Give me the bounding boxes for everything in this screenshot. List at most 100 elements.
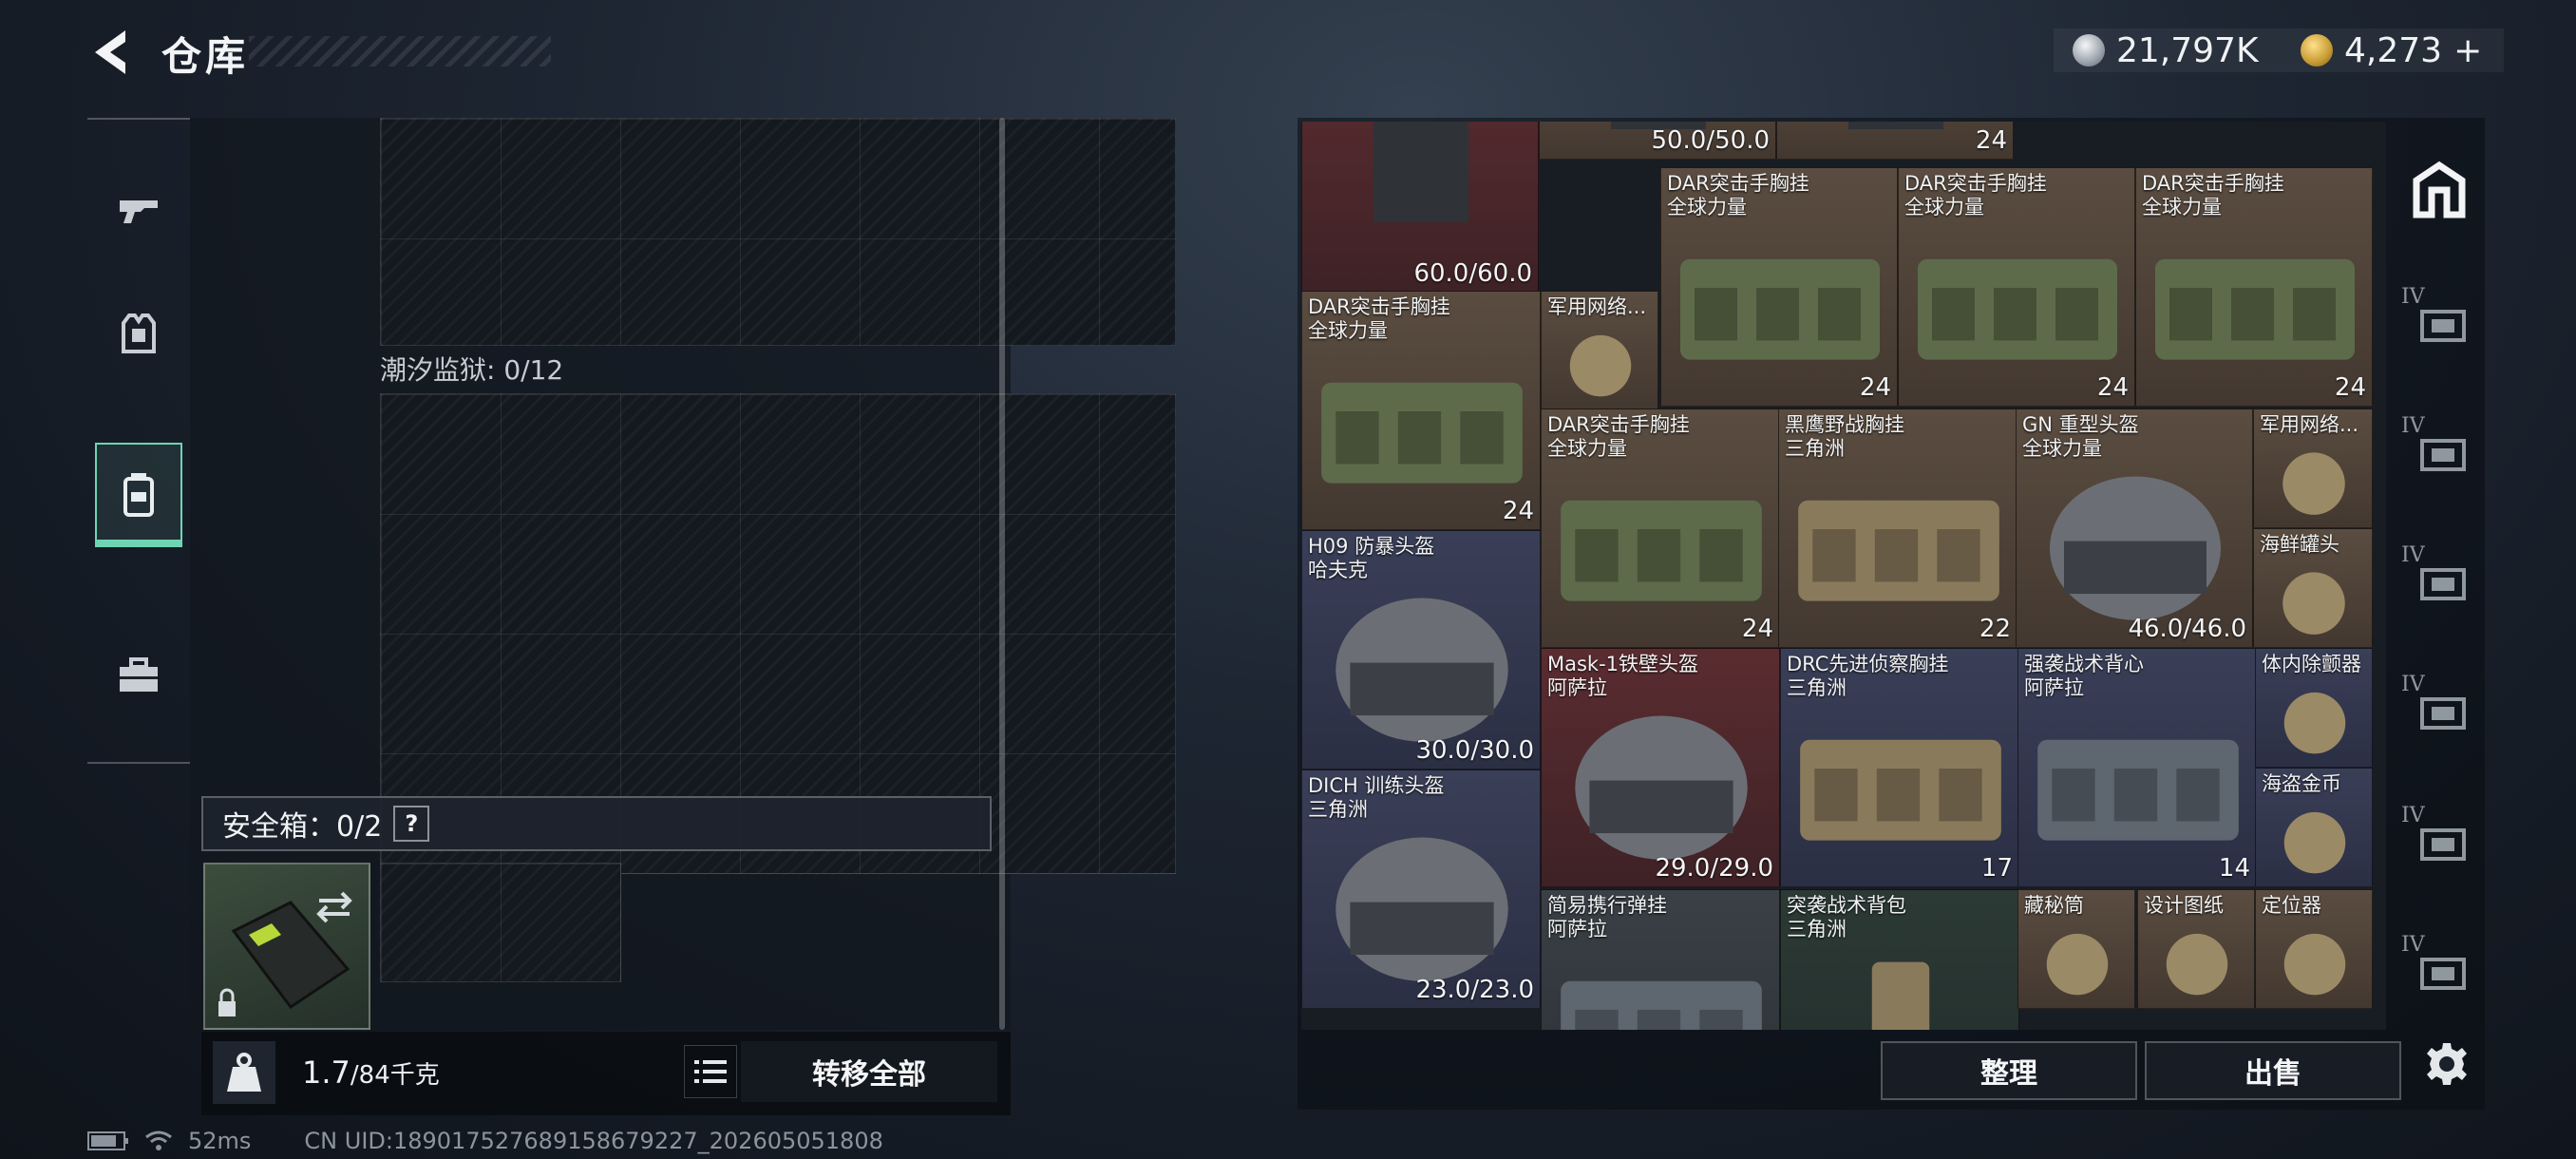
silver-currency: 21,797K [2073,28,2259,72]
list-icon [694,1060,727,1083]
item-name: 黑鹰野战胸挂 三角洲 [1785,413,1904,460]
stash-item[interactable]: DAR突击手胸挂 全球力量 24 [2135,167,2373,407]
backpack-footer: 1.7/84千克 转移全部 [201,1032,1011,1115]
tab-tier-label: IV [2401,804,2425,827]
item-name: DRC先进侦察胸挂 三角洲 [1787,653,1949,699]
page-title: 仓库 [161,33,250,80]
item-value: 22 [1979,615,2011,643]
sort-button[interactable]: 整理 [1881,1041,2137,1100]
item-value: 24 [1502,497,1534,525]
stash-item[interactable]: DICH 训练头盔 三角洲 23.0/23.0 [1301,770,1541,1009]
stash-item[interactable]: 简易携行弹挂 阿萨拉 [1541,889,1780,1030]
stash-item[interactable]: GN 重型头盔 全球力量 46.0/46.0 [2016,408,2253,648]
item-value: 30.0/30.0 [1415,736,1534,765]
item-value: 46.0/46.0 [2128,615,2246,643]
weight-max: /84千克 [350,1061,440,1090]
silver-coin-icon [2073,34,2105,66]
safe-box-grid[interactable] [380,863,621,982]
item-faction: 阿萨拉 [1547,918,1607,940]
item-faction: 全球力量 [1904,196,1984,218]
stash-grid[interactable]: 60.0/60.0 50.0/50.0 24 DAR突击手胸挂 全球力量 24 DAR突击手… [1301,122,2386,1030]
nav-equipment[interactable] [95,281,182,386]
toolbox-icon [120,657,158,692]
item-name: 体内除颤器 [2262,653,2361,675]
tab-tier-label: IV [2401,543,2425,567]
safe-box-item[interactable] [203,863,370,1030]
stash-tab[interactable] [2401,152,2477,228]
stash-item[interactable]: 强袭战术背心 阿萨拉 14 [2017,648,2257,887]
uid-readout: CN UID:1890175276891586792​27_2026050518… [304,1128,883,1154]
item-faction: 哈夫克 [1308,559,1368,581]
sell-button[interactable]: 出售 [2145,1041,2401,1100]
tab-tier-label: IV [2401,673,2425,696]
list-view-button[interactable] [684,1045,737,1098]
item-faction: 阿萨拉 [2024,676,2084,699]
stash-item[interactable]: 海鲜罐头 [2253,528,2373,648]
battery-icon [87,1131,128,1150]
item-name: GN 重型头盔 全球力量 [2022,413,2139,460]
backpack-grid-top[interactable] [380,118,1176,346]
item-name: 设计图纸 [2144,894,2224,917]
stash-item[interactable]: 黑鹰野战胸挂 三角洲 22 [1778,408,2017,648]
help-button[interactable]: ? [393,806,430,842]
stash-item[interactable]: 体内除颤器 [2255,648,2373,768]
stash-tab[interactable]: IV [2401,283,2477,359]
stash-item[interactable]: 藏秘筒 [2017,889,2135,1009]
gold-currency[interactable]: 4,273 + [2301,28,2482,72]
item-faction: 三角洲 [1785,437,1845,460]
item-name: DAR突击手胸挂 全球力量 [1667,172,1809,218]
item-name: 藏秘筒 [2024,894,2084,917]
ping-readout: 52ms [188,1128,252,1154]
stash-item[interactable]: DRC先进侦察胸挂 三角洲 17 [1780,648,2019,887]
item-name: H09 防暴头盔 哈夫克 [1308,535,1435,581]
stash-tab[interactable]: IV [2401,671,2477,747]
settings-button[interactable] [2416,1034,2477,1094]
stash-item[interactable]: Mask-1铁壁头盔 阿萨拉 29.0/29.0 [1541,648,1780,887]
stash-item[interactable]: 24 [1776,122,2014,160]
stash-item[interactable]: 军用网络... [1541,291,1658,410]
side-nav [87,118,190,764]
stash-item[interactable]: DAR突击手胸挂 全球力量 24 [1660,167,1898,407]
stash-item[interactable]: 突袭战术背包 三角洲 [1780,889,2019,1030]
item-faction: 阿萨拉 [1547,676,1607,699]
item-value: 14 [2218,854,2250,883]
gold-coin-icon [2301,34,2333,66]
stash-item[interactable]: 军用网络... [2253,408,2373,528]
stash-item[interactable]: 设计图纸 [2137,889,2255,1009]
back-button[interactable] [87,25,141,80]
stash-tab[interactable]: IV [2401,412,2477,488]
stash-tab[interactable]: IV [2401,802,2477,878]
gold-amount: 4,273 [2344,30,2443,70]
item-faction: 三角洲 [1787,676,1847,699]
nav-weapons[interactable] [95,158,182,262]
left-scrollbar[interactable] [999,118,1005,1030]
stash-item[interactable]: 海盗金币 [2255,768,2373,887]
item-value: 50.0/50.0 [1651,126,1770,155]
back-arrow-icon [95,30,125,74]
item-name: 海盗金币 [2262,772,2341,795]
status-bar: 52ms CN UID:1890175276891586792​27_20260… [87,1127,883,1155]
tab-tier-label: IV [2401,414,2425,438]
backpack-icon [123,473,154,517]
safe-box-header: 安全箱：0/2 ? [201,796,992,851]
safe-case-icon [218,891,352,1016]
stash-item[interactable]: H09 防暴头盔 哈夫克 30.0/30.0 [1301,530,1541,770]
add-currency-button[interactable]: + [2453,31,2482,70]
stash-tab[interactable]: IV [2401,931,2477,1007]
stash-tab[interactable]: IV [2401,542,2477,618]
stash-item[interactable]: DAR突击手胸挂 全球力量 24 [1898,167,2135,407]
stash-item[interactable]: 60.0/60.0 [1301,122,1539,293]
stash-item[interactable]: 定位器 [2255,889,2373,1009]
stash-item[interactable]: DAR突击手胸挂 全球力量 24 [1541,408,1780,648]
transfer-all-button[interactable]: 转移全部 [741,1041,997,1102]
nav-toolbox[interactable] [95,623,182,728]
item-name: Mask-1铁壁头盔 阿萨拉 [1547,653,1699,699]
weight-icon [213,1041,275,1104]
stash-item[interactable]: DAR突击手胸挂 全球力量 24 [1301,291,1541,530]
stash-item[interactable]: 50.0/50.0 [1539,122,1776,160]
item-name: 突袭战术背包 三角洲 [1787,894,1906,940]
item-faction: 全球力量 [1308,319,1388,342]
item-faction: 全球力量 [2022,437,2102,460]
gun-icon [120,200,158,223]
nav-backpack[interactable] [95,443,182,547]
